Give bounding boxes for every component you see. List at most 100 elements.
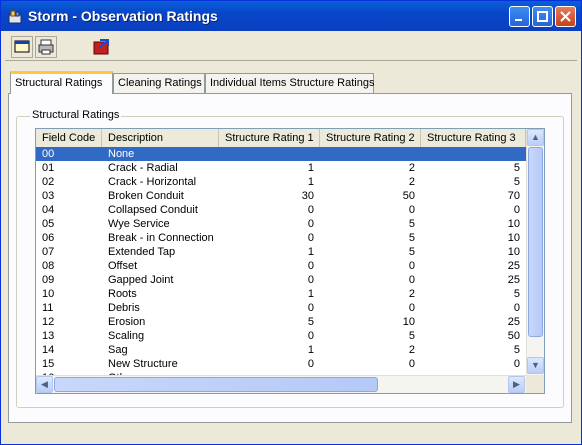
ratings-grid[interactable]: Field Code Description Structure Rating … xyxy=(35,128,545,394)
horizontal-scroll-thumb[interactable] xyxy=(54,377,378,392)
table-row[interactable]: 04 Collapsed Conduit 0 0 0 xyxy=(36,203,526,217)
table-cell-r2: 5 xyxy=(408,218,415,230)
table-cell-code: 12 xyxy=(42,316,55,328)
print-button[interactable] xyxy=(35,36,57,58)
table-cell-code: 02 xyxy=(42,176,55,188)
maximize-icon xyxy=(537,11,548,22)
column-header-rating-1[interactable]: Structure Rating 1 xyxy=(219,129,320,147)
window-title: Storm - Observation Ratings xyxy=(28,8,218,24)
table-row[interactable]: 10 Roots 1 2 5 xyxy=(36,287,526,301)
table-cell-r3: 10 xyxy=(507,232,520,244)
scroll-up-button[interactable]: ▲ xyxy=(527,129,544,146)
table-cell-desc: Sag xyxy=(108,344,128,356)
maximize-button[interactable] xyxy=(532,6,553,27)
table-row[interactable]: 05 Wye Service 0 5 10 xyxy=(36,217,526,231)
scroll-left-button[interactable]: ◀ xyxy=(36,376,53,393)
table-cell-r3: 5 xyxy=(513,162,520,174)
table-cell-r2: 0 xyxy=(408,204,415,216)
table-cell-r3: 0 xyxy=(513,358,520,370)
app-icon xyxy=(8,10,22,24)
group-label: Structural Ratings xyxy=(30,109,122,121)
column-header-field-code[interactable]: Field Code xyxy=(36,129,102,147)
vertical-scroll-thumb[interactable] xyxy=(528,147,543,337)
table-row[interactable]: 06 Break - in Connection 0 5 10 xyxy=(36,231,526,245)
table-cell-r3: 10 xyxy=(507,246,520,258)
table-cell-r1: 0 xyxy=(307,232,314,244)
minimize-button[interactable] xyxy=(509,6,530,27)
table-row[interactable]: 02 Crack - Horizontal 1 2 5 xyxy=(36,175,526,189)
table-cell-r2: 2 xyxy=(408,344,415,356)
table-row[interactable]: 11 Debris 0 0 0 xyxy=(36,301,526,315)
scroll-right-button[interactable]: ▶ xyxy=(508,376,525,393)
table-cell-code: 15 xyxy=(42,358,55,370)
tab-label: Structural Ratings xyxy=(15,77,103,89)
table-cell-r2: 5 xyxy=(408,330,415,342)
horizontal-scrollbar[interactable]: ◀ ▶ xyxy=(36,375,526,393)
table-cell-r1: 0 xyxy=(307,204,314,216)
table-row[interactable]: 07 Extended Tap 1 5 10 xyxy=(36,245,526,259)
table-row[interactable]: 12 Erosion 5 10 25 xyxy=(36,315,526,329)
table-cell-r2: 0 xyxy=(408,358,415,370)
title-bar[interactable]: Storm - Observation Ratings xyxy=(1,1,581,31)
table-cell-code: 09 xyxy=(42,274,55,286)
table-cell-r3 xyxy=(421,147,526,161)
table-row[interactable]: 14 Sag 1 2 5 xyxy=(36,343,526,357)
tab-label: Cleaning Ratings xyxy=(118,77,202,89)
table-cell-code: 07 xyxy=(42,246,55,258)
table-cell-r2: 0 xyxy=(408,302,415,314)
table-cell-code: 00 xyxy=(42,148,55,160)
table-row[interactable]: 13 Scaling 0 5 50 xyxy=(36,329,526,343)
window-button[interactable] xyxy=(11,36,33,58)
table-cell-r3: 5 xyxy=(513,288,520,300)
table-row[interactable]: 09 Gapped Joint 0 0 25 xyxy=(36,273,526,287)
tab-cleaning-ratings[interactable]: Cleaning Ratings xyxy=(113,73,205,93)
grid-header: Field Code Description Structure Rating … xyxy=(36,129,526,148)
table-cell-code: 04 xyxy=(42,204,55,216)
table-cell-r3: 0 xyxy=(513,204,520,216)
table-cell-r3: 70 xyxy=(507,190,520,202)
table-cell-r1: 5 xyxy=(307,316,314,328)
table-cell-r1: 0 xyxy=(307,302,314,314)
column-header-rating-2[interactable]: Structure Rating 2 xyxy=(320,129,421,147)
table-cell-desc: Scaling xyxy=(108,330,145,342)
table-cell-desc: Crack - Horizontal xyxy=(108,176,197,188)
table-row[interactable]: 15 New Structure 0 0 0 xyxy=(36,357,526,371)
tab-label: Individual Items Structure Ratings xyxy=(210,77,375,89)
table-cell-r1: 0 xyxy=(307,330,314,342)
scroll-down-button[interactable]: ▼ xyxy=(527,357,544,374)
table-cell-code: 13 xyxy=(42,330,55,342)
table-cell-desc: Debris xyxy=(108,302,140,314)
table-row[interactable]: 08 Offset 0 0 25 xyxy=(36,259,526,273)
column-header-rating-3[interactable]: Structure Rating 3 xyxy=(421,129,526,147)
table-cell-r1 xyxy=(219,147,320,161)
table-cell-r1: 1 xyxy=(307,288,314,300)
tab-structural-ratings[interactable]: Structural Ratings xyxy=(10,71,113,94)
table-cell-r3: 25 xyxy=(507,260,520,272)
exit-button[interactable] xyxy=(91,36,113,58)
minimize-icon xyxy=(515,19,522,21)
table-cell-r2: 2 xyxy=(408,288,415,300)
table-cell-desc: Crack - Radial xyxy=(108,162,178,174)
column-header-description[interactable]: Description xyxy=(102,129,219,147)
table-cell-desc: Broken Conduit xyxy=(108,190,184,202)
table-cell-desc: Erosion xyxy=(108,316,146,328)
table-cell-r1: 1 xyxy=(307,246,314,258)
table-cell-desc: Break - in Connection xyxy=(108,232,214,244)
table-cell-r3: 5 xyxy=(513,344,520,356)
table-row[interactable]: 00 None xyxy=(36,147,526,161)
table-cell-desc: New Structure xyxy=(108,358,178,370)
close-button[interactable] xyxy=(555,6,576,27)
tab-individual-items[interactable]: Individual Items Structure Ratings xyxy=(205,73,374,93)
table-cell-r3: 25 xyxy=(507,316,520,328)
table-cell-r1: 30 xyxy=(301,190,314,202)
table-row[interactable]: 03 Broken Conduit 30 50 70 xyxy=(36,189,526,203)
table-row[interactable]: 01 Crack - Radial 1 2 5 xyxy=(36,161,526,175)
table-cell-r2: 50 xyxy=(402,190,415,202)
vertical-scrollbar[interactable]: ▲ ▼ xyxy=(526,129,544,375)
table-cell-r1: 0 xyxy=(307,358,314,370)
table-cell-r3: 50 xyxy=(507,330,520,342)
table-cell-r2: 10 xyxy=(402,316,415,328)
table-cell-r2: 0 xyxy=(408,274,415,286)
exit-icon xyxy=(93,39,109,55)
table-cell-r3: 0 xyxy=(513,302,520,314)
